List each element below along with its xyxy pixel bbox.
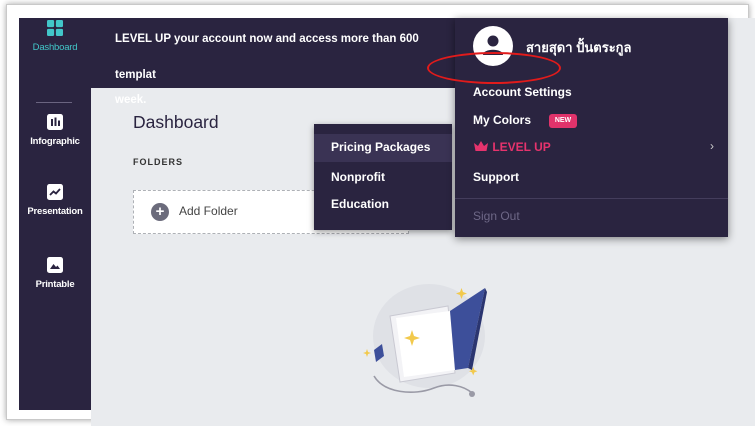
sidebar-item-dashboard[interactable]: Dashboard xyxy=(19,20,91,53)
menu-item-sign-out[interactable]: Sign Out xyxy=(473,209,520,223)
crown-icon xyxy=(474,141,488,151)
page-title: Dashboard xyxy=(133,112,219,132)
menu-divider xyxy=(455,198,728,199)
plus-circle-icon: + xyxy=(151,203,169,221)
add-folder-label: Add Folder xyxy=(179,204,238,218)
pricing-dropdown-menu: Pricing Packages Nonprofit Education xyxy=(314,124,452,230)
menu-item-level-up[interactable]: LEVEL UP xyxy=(473,140,551,154)
new-badge: NEW xyxy=(549,114,577,128)
sidebar-item-printable[interactable]: Printable xyxy=(19,257,91,290)
dashboard-grid-icon xyxy=(47,20,63,36)
sidebar-item-infographic[interactable]: Infographic xyxy=(19,114,91,147)
menu-item-account-settings[interactable]: Account Settings xyxy=(473,85,572,99)
sidebar-item-label: Infographic xyxy=(30,136,80,147)
bar-chart-icon xyxy=(47,114,63,130)
annotation-ellipse xyxy=(427,52,561,84)
user-name: สายสุดา ปั้นตระกูล xyxy=(526,40,632,55)
sidebar-item-label: Dashboard xyxy=(32,42,78,53)
sidebar-item-presentation[interactable]: Presentation xyxy=(19,184,91,217)
sidebar-item-label: Presentation xyxy=(27,206,83,217)
menu-item-pricing-packages[interactable]: Pricing Packages xyxy=(331,140,430,154)
sidebar-item-label: Printable xyxy=(35,279,75,290)
chevron-right-icon: › xyxy=(710,139,714,153)
empty-state-illustration xyxy=(363,284,487,397)
folders-heading: FOLDERS xyxy=(133,157,184,167)
menu-item-support[interactable]: Support xyxy=(473,170,519,184)
menu-item-nonprofit[interactable]: Nonprofit xyxy=(331,170,385,184)
sidebar-divider xyxy=(36,102,72,103)
menu-item-my-colors[interactable]: My Colors xyxy=(473,113,531,127)
account-dropdown-menu: สายสุดา ปั้นตระกูล Account Settings My C… xyxy=(455,18,728,237)
trend-chart-icon xyxy=(47,184,63,200)
sidebar: Dashboard Infographic Presentation Print… xyxy=(19,18,91,410)
image-icon xyxy=(47,257,63,273)
level-up-banner[interactable]: LEVEL UP your account now and access mor… xyxy=(91,18,456,106)
level-up-label: LEVEL UP xyxy=(492,140,551,154)
menu-item-education[interactable]: Education xyxy=(331,197,389,211)
